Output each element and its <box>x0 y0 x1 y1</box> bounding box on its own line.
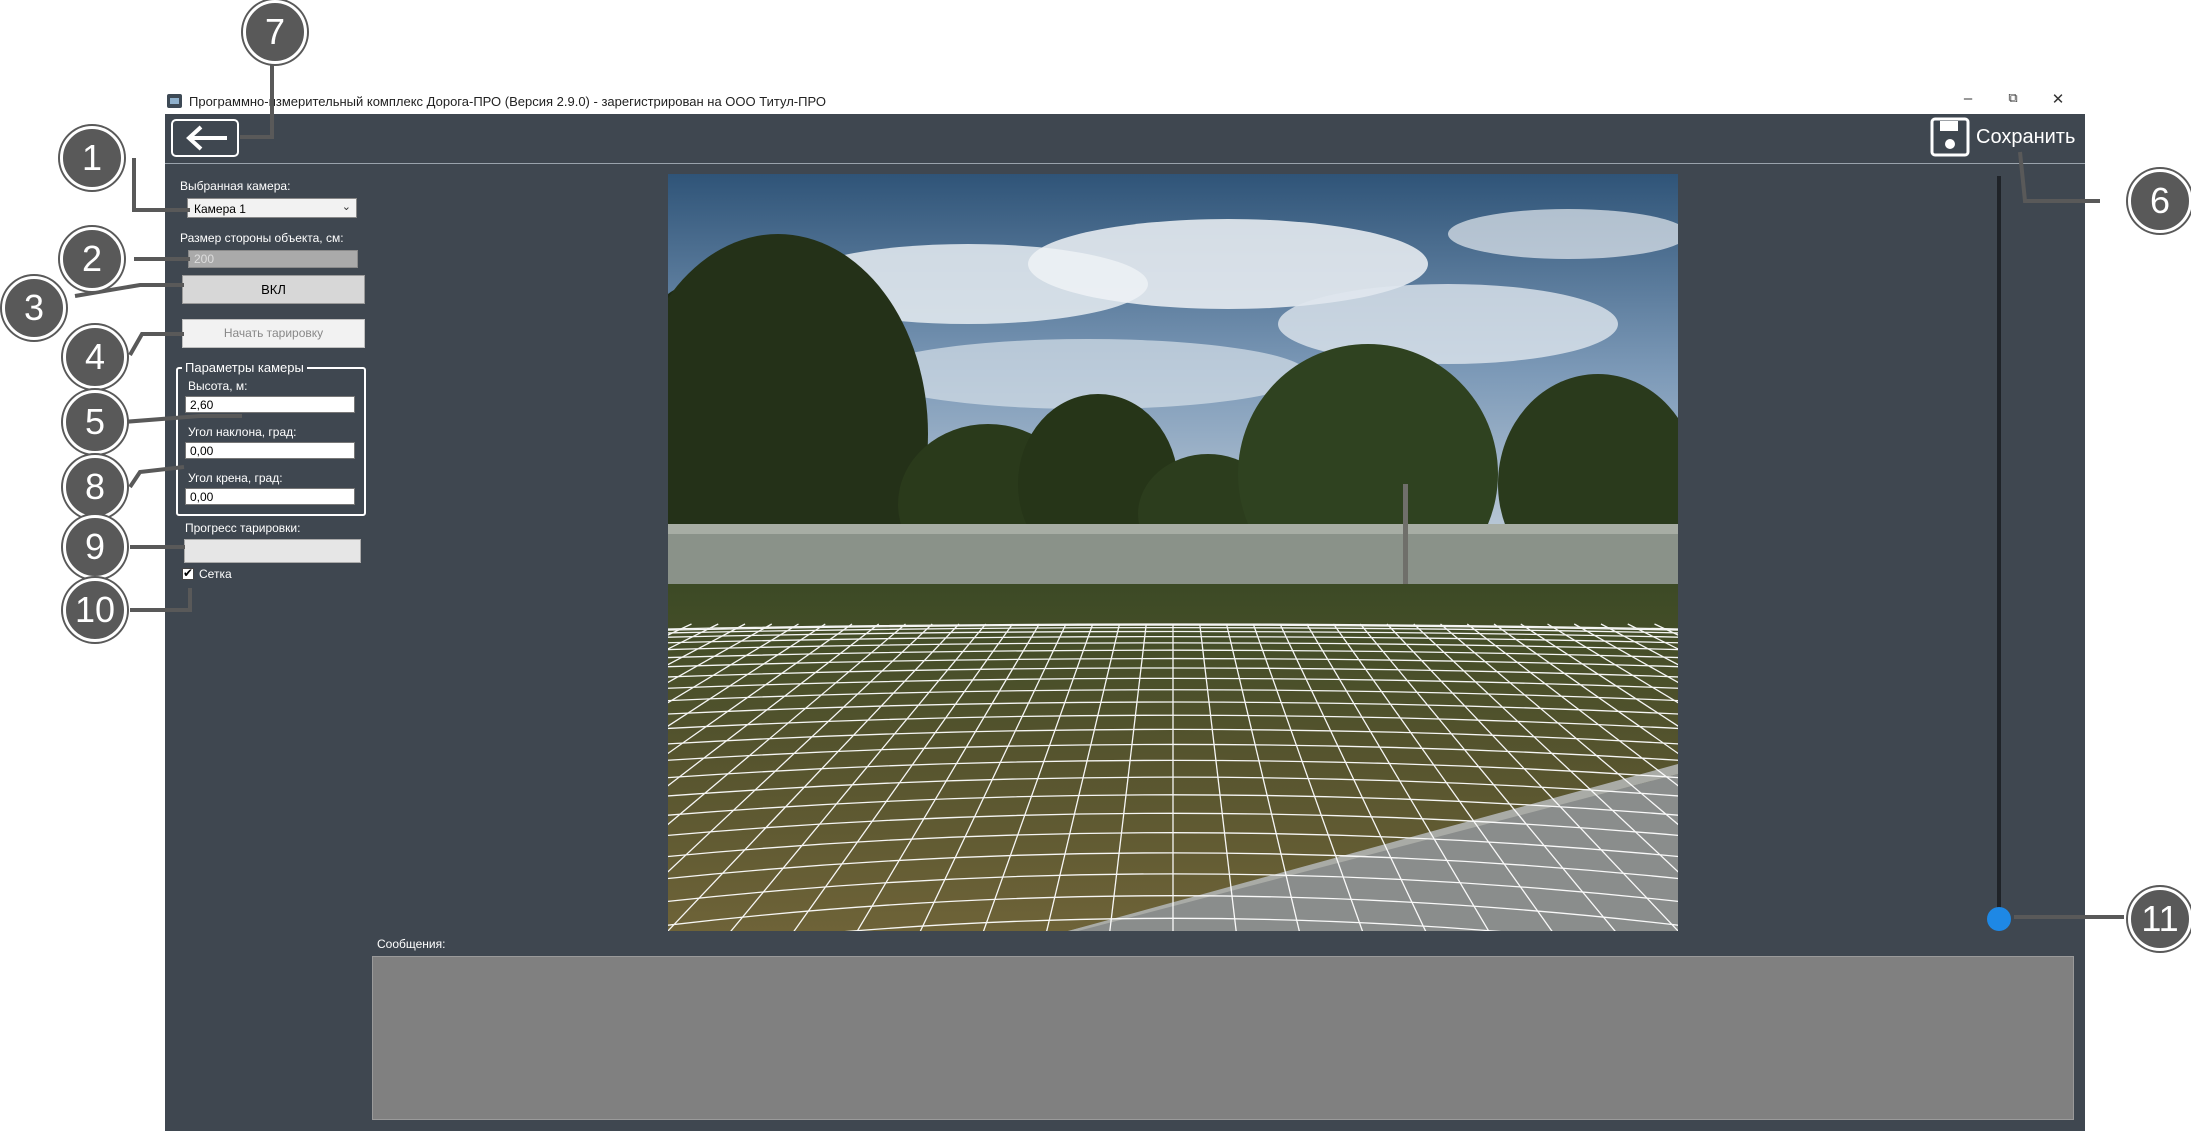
callout-7: 7 <box>243 0 307 64</box>
callout-leaders <box>74 58 2124 919</box>
callout-2: 2 <box>60 227 124 291</box>
callout-11: 11 <box>2128 887 2191 951</box>
callout-10: 10 <box>63 578 127 642</box>
callout-4: 4 <box>63 325 127 389</box>
callout-5: 5 <box>63 390 127 454</box>
callout-1: 1 <box>60 126 124 190</box>
callout-9: 9 <box>63 515 127 579</box>
callout-3: 3 <box>2 276 66 340</box>
callout-8: 8 <box>63 455 127 519</box>
callout-6: 6 <box>2128 169 2191 233</box>
